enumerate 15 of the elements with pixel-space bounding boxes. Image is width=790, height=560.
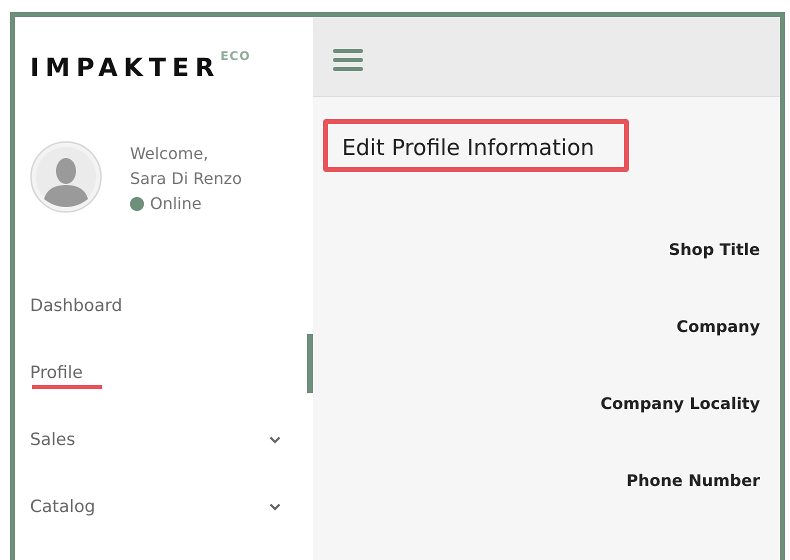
welcome-text: Welcome, [130, 143, 210, 165]
sidebar-item[interactable]: Sales [30, 406, 305, 473]
menu-button[interactable] [333, 47, 363, 73]
sidebar-item[interactable]: Profile [30, 339, 305, 406]
field-label: Company [676, 317, 760, 336]
user-name: Sara Di Renzo [130, 168, 242, 190]
status-text: Online [150, 193, 202, 215]
field-label: Phone Number [626, 471, 760, 490]
field-label: Shop Title [668, 240, 760, 259]
scroll-indicator [307, 334, 313, 393]
sidebar-item[interactable]: Dashboard [30, 272, 305, 339]
page-heading: Edit Profile Information [323, 119, 630, 172]
avatar-silhouette-icon [30, 141, 102, 213]
field-label: Company Locality [600, 394, 760, 413]
sidebar-item[interactable]: Catalog [30, 473, 305, 540]
